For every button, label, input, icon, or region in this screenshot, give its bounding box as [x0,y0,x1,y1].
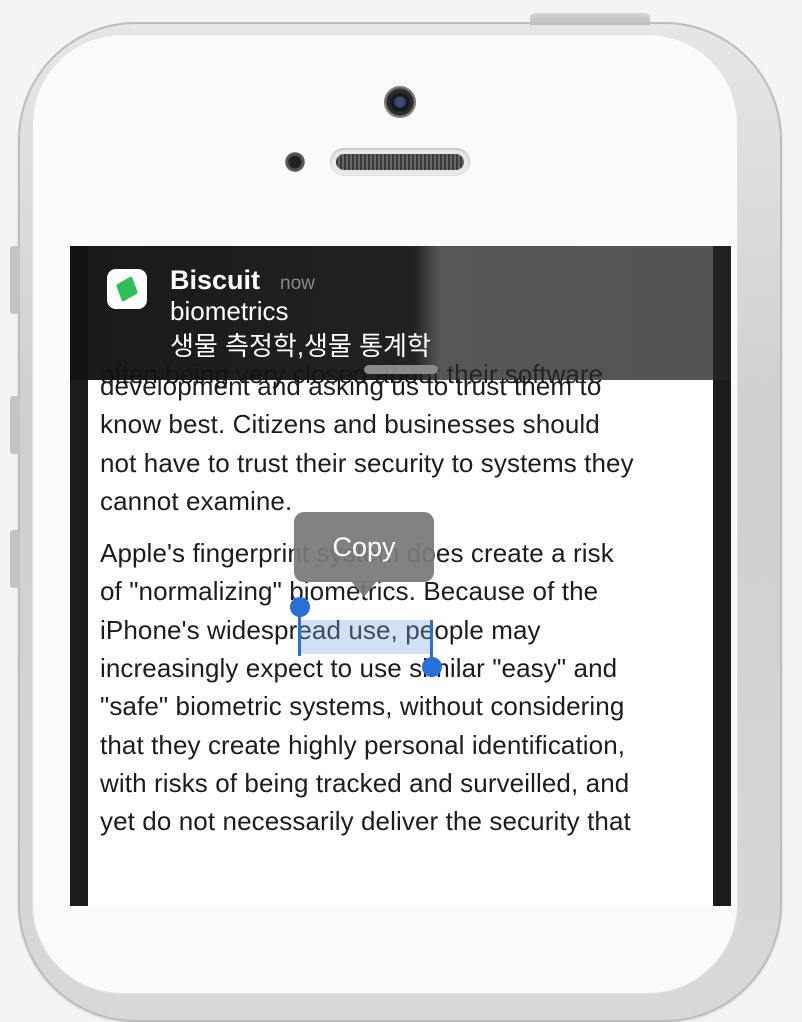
mute-switch[interactable] [10,246,20,314]
article-body[interactable]: development and asking us to trust them … [100,367,700,855]
front-camera-icon [384,86,416,118]
biscuit-app-icon [107,269,147,309]
notification-banner[interactable]: Biscuit now biometrics 생물 측정학,생물 통계학 [70,246,731,380]
notification-translation: 생물 측정학,생물 통계학 [170,331,431,361]
volume-up-button[interactable] [10,396,20,454]
paragraph-1[interactable]: development and asking us to trust them … [100,367,700,520]
selection-end-handle[interactable] [422,657,442,677]
speaker-grille-icon [330,148,470,176]
notification-app-name: Biscuit [170,265,261,295]
banner-grabber[interactable] [364,365,438,374]
copy-button[interactable]: Copy [294,512,434,582]
notification-word: biometrics [170,296,289,326]
selection-start-handle[interactable] [290,597,310,617]
volume-down-button[interactable] [10,530,20,588]
sleep-wake-button[interactable] [530,13,650,25]
proximity-sensor-icon [285,152,305,172]
notification-time: now [280,273,315,294]
text-selection-highlight [301,620,432,654]
copy-menu-arrow [351,581,377,597]
